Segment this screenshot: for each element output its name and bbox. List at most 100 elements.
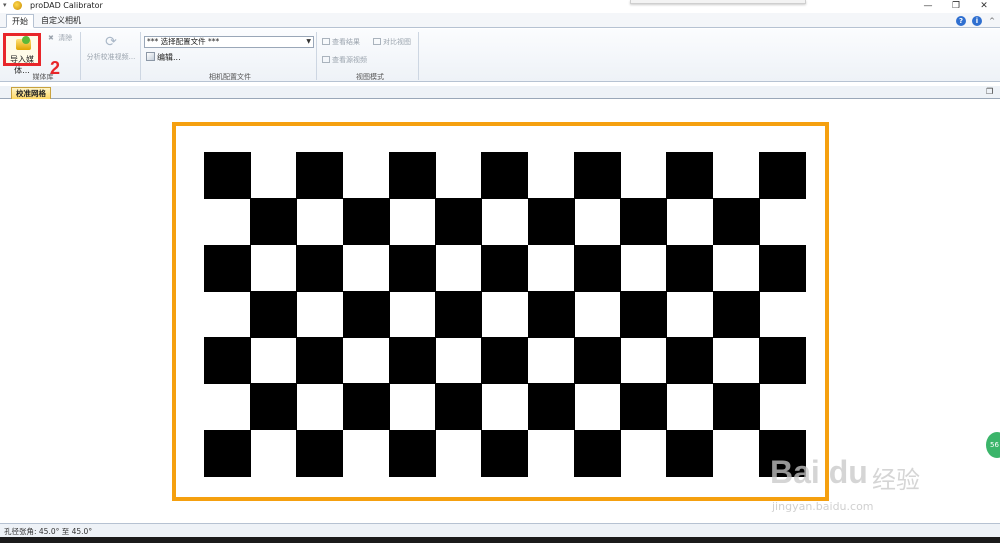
camera-profile-select[interactable]: *** 选择配置文件 *** ▼ xyxy=(144,36,314,48)
compare-view-icon xyxy=(373,38,381,45)
clear-icon: ✖ xyxy=(48,34,54,42)
checker-square xyxy=(758,152,806,199)
checker-square xyxy=(250,198,298,246)
checker-square xyxy=(204,152,251,199)
checker-square xyxy=(435,383,483,431)
checker-square xyxy=(481,244,529,292)
restore-button[interactable]: ❐ xyxy=(942,0,970,13)
checker-square xyxy=(296,429,344,477)
clear-button[interactable]: ✖ 清除 xyxy=(48,33,72,43)
checker-square xyxy=(204,244,251,292)
checkerboard xyxy=(204,152,806,477)
analyze-calibration-video-button[interactable]: ⟳ 分析校准视频... xyxy=(84,33,138,67)
edit-label: 编辑... xyxy=(157,53,181,62)
checker-square xyxy=(296,244,344,292)
checker-square xyxy=(712,290,760,338)
status-bar: 孔径张角: 45.0° 至 45.0° xyxy=(0,523,1000,537)
clear-label: 清除 xyxy=(58,34,73,42)
checker-square xyxy=(204,337,251,385)
refresh-icon: ⟳ xyxy=(105,34,117,50)
tab-calibration-grid[interactable]: 校准网格 xyxy=(11,87,51,99)
checker-square xyxy=(573,152,621,199)
checker-square xyxy=(527,383,575,431)
edit-icon xyxy=(146,52,155,61)
compare-view-button[interactable]: 对比视图 xyxy=(373,37,411,47)
checker-square xyxy=(481,429,529,477)
watermark-url: jingyan.baidu.com xyxy=(772,500,874,513)
view-source-button[interactable]: 查看源视频 xyxy=(322,55,367,65)
checker-square xyxy=(296,152,344,199)
checker-square xyxy=(666,429,714,477)
checker-square xyxy=(296,337,344,385)
group-label-media: 媒体库 xyxy=(32,73,54,81)
folder-add-icon xyxy=(16,36,31,50)
group-separator xyxy=(140,32,141,80)
checker-square xyxy=(388,152,436,199)
step-number-annotation: 2 xyxy=(50,58,61,78)
help-icon[interactable]: ? xyxy=(956,16,966,26)
close-button[interactable]: ✕ xyxy=(970,0,998,13)
compare-view-label: 对比视图 xyxy=(383,38,411,46)
checker-square xyxy=(573,429,621,477)
checker-square xyxy=(435,290,483,338)
checker-square xyxy=(620,198,668,246)
view-result-icon xyxy=(322,38,330,45)
import-media-button[interactable]: 导入媒体... xyxy=(3,33,41,75)
calibration-board-frame xyxy=(172,122,829,501)
checker-square xyxy=(758,337,806,385)
ribbon-tabs: 开始 自定义相机 xyxy=(0,13,1000,28)
view-result-button[interactable]: 查看结果 xyxy=(322,37,360,47)
tab-start[interactable]: 开始 xyxy=(6,14,34,28)
checker-square xyxy=(388,337,436,385)
checker-square xyxy=(435,198,483,246)
app-icon xyxy=(13,1,22,10)
taskbar-strip xyxy=(0,537,1000,543)
checker-square xyxy=(204,429,251,477)
checker-square xyxy=(250,383,298,431)
group-label-view-mode: 视图模式 xyxy=(356,73,384,81)
checker-square xyxy=(758,244,806,292)
popup-edge xyxy=(630,0,806,4)
view-source-icon xyxy=(322,56,330,63)
group-separator xyxy=(418,32,419,80)
group-separator xyxy=(80,32,81,80)
tab-custom-camera[interactable]: 自定义相机 xyxy=(36,14,86,28)
checker-square xyxy=(342,198,390,246)
ribbon-collapse-icon[interactable]: ^ xyxy=(987,16,997,26)
analyze-label: 分析校准视频... xyxy=(86,53,136,61)
group-separator xyxy=(316,32,317,80)
document-tab-strip: 校准网格 ❐ xyxy=(0,86,1000,99)
quick-access-dropdown-icon[interactable]: ▾ xyxy=(3,1,7,9)
edit-profile-button[interactable]: 编辑... xyxy=(146,52,181,63)
checker-square xyxy=(666,337,714,385)
status-text: 孔径张角: 45.0° 至 45.0° xyxy=(4,527,93,536)
camera-profile-value: *** 选择配置文件 *** xyxy=(147,37,220,46)
ribbon: 导入媒体... ✖ 清除 媒体库 ⟳ 分析校准视频... *** 选择配置文件 … xyxy=(0,29,1000,82)
checker-square xyxy=(712,198,760,246)
checker-square xyxy=(481,337,529,385)
chevron-down-icon: ▼ xyxy=(306,38,311,45)
checker-square xyxy=(527,198,575,246)
minimize-button[interactable]: — xyxy=(914,0,942,13)
checker-square xyxy=(342,290,390,338)
group-label-camera-profile: 相机配置文件 xyxy=(209,73,251,81)
checker-square xyxy=(573,244,621,292)
checker-square xyxy=(388,429,436,477)
watermark-text: 经验 xyxy=(872,466,920,494)
checker-square xyxy=(342,383,390,431)
checker-square xyxy=(388,244,436,292)
checker-square xyxy=(712,383,760,431)
checker-square xyxy=(527,290,575,338)
checker-square xyxy=(620,290,668,338)
checker-square xyxy=(250,290,298,338)
restore-pane-icon[interactable]: ❐ xyxy=(986,87,993,96)
checker-square xyxy=(481,152,529,199)
window-title: proDAD Calibrator xyxy=(30,1,103,10)
checker-square xyxy=(666,244,714,292)
checker-square xyxy=(573,337,621,385)
view-result-label: 查看结果 xyxy=(332,38,360,46)
title-bar: ▾ proDAD Calibrator — ❐ ✕ xyxy=(0,0,1000,13)
checker-square xyxy=(666,152,714,199)
side-widget[interactable]: 56 xyxy=(986,432,1000,458)
info-icon[interactable]: i xyxy=(972,16,982,26)
